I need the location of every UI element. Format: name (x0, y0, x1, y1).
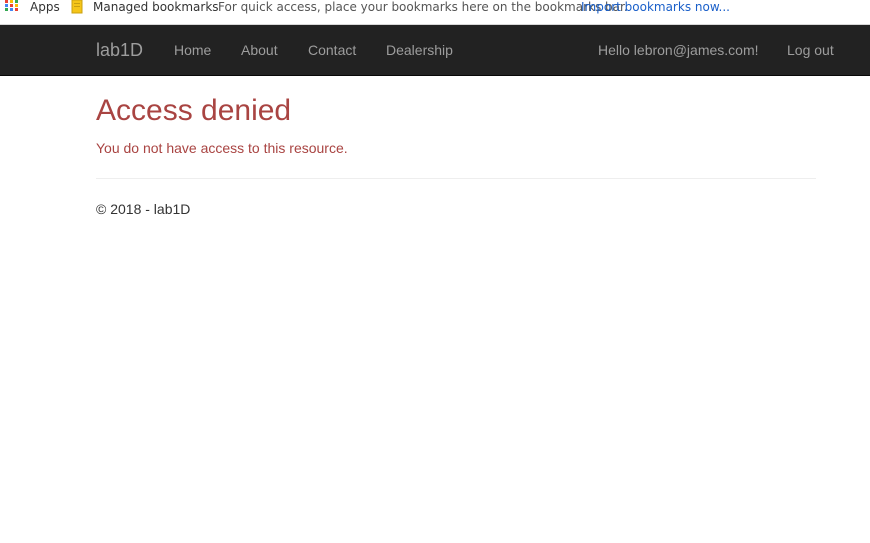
import-bookmarks-link[interactable]: Import bookmarks now... (581, 0, 730, 15)
managed-bookmarks-folder-icon[interactable] (71, 0, 83, 14)
apps-label[interactable]: Apps (30, 0, 60, 15)
page-title: Access denied (96, 94, 292, 127)
bookmarks-bar: Apps Managed bookmarks For quick access,… (0, 0, 870, 25)
footer-divider (96, 178, 816, 179)
logout-link[interactable]: Log out (787, 25, 834, 75)
nav-contact-link[interactable]: Contact (308, 25, 356, 75)
managed-bookmarks-label[interactable]: Managed bookmarks (93, 0, 219, 15)
navbar: lab1D Home About Contact Dealership Hell… (0, 25, 870, 76)
apps-grid-icon[interactable] (5, 0, 19, 12)
brand-link[interactable]: lab1D (96, 25, 143, 75)
footer-copyright: © 2018 - lab1D (96, 201, 191, 217)
nav-about-link[interactable]: About (241, 25, 278, 75)
user-greeting-link[interactable]: Hello lebron@james.com! (598, 25, 759, 75)
nav-dealership-link[interactable]: Dealership (386, 25, 453, 75)
access-denied-message: You do not have access to this resource. (96, 140, 348, 156)
nav-home-link[interactable]: Home (174, 25, 211, 75)
bookmarks-hint-text: For quick access, place your bookmarks h… (218, 0, 628, 14)
